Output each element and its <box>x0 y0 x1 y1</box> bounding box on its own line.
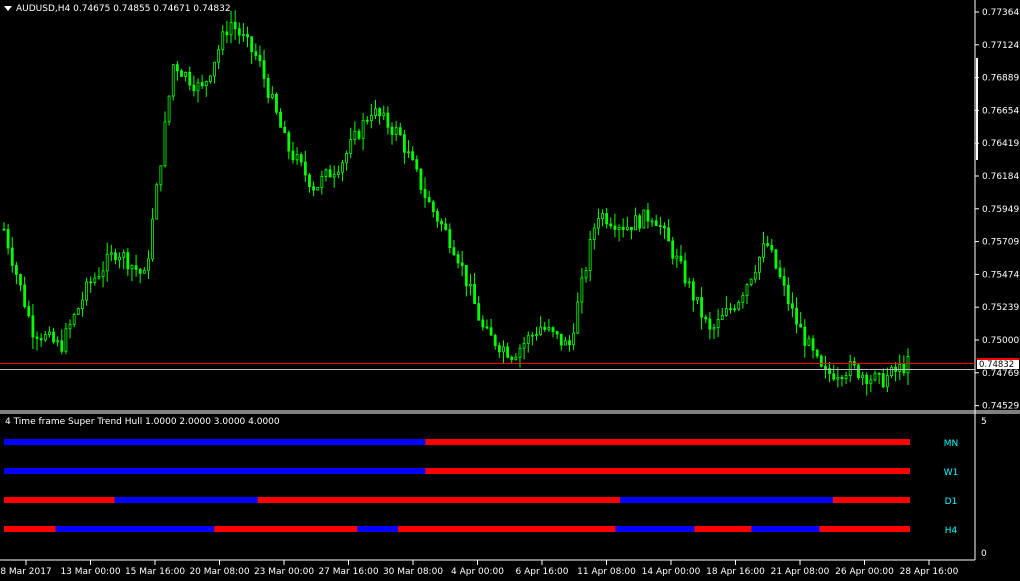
indicator-scale-min: 0 <box>981 549 987 559</box>
trend-segment-up <box>357 526 399 532</box>
chart-window[interactable]: 0.77364 0.77124 0.76889 0.76654 0.76419 0.761… <box>0 0 1020 581</box>
price-label: 0.76184 <box>982 172 1019 182</box>
current-price-badge: 0.74832 <box>977 357 1019 370</box>
main-price-pane[interactable] <box>0 0 975 410</box>
indicator-rows: MN W1 D1 H4 <box>4 439 958 536</box>
time-label: 26 Apr 00:00 <box>835 567 894 577</box>
candle <box>857 363 860 380</box>
candle <box>642 209 646 229</box>
candle <box>155 182 159 220</box>
timeframe-label: W1 <box>944 468 959 478</box>
price-label: 0.75949 <box>982 205 1019 215</box>
timeframe-label: H4 <box>945 526 958 536</box>
trend-segment-down <box>4 497 115 503</box>
time-label: 27 Mar 16:00 <box>318 567 378 577</box>
indicator-row-mn: MN <box>4 439 958 449</box>
time-label: 8 Mar 2017 <box>0 567 51 577</box>
time-label: 23 Mar 00:00 <box>254 567 314 577</box>
time-axis-ticks: 8 Mar 2017 13 Mar 00:00 15 Mar 16:00 20 Mar… <box>0 560 959 577</box>
candle <box>819 354 823 368</box>
indicator-title: 4 Time frame Super Trend Hull 1.0000 2.0… <box>5 417 280 427</box>
time-label: 21 Apr 08:00 <box>771 567 830 577</box>
trend-segment-down <box>257 497 621 503</box>
price-label: 0.76654 <box>982 106 1019 116</box>
trend-segment-up <box>620 497 833 503</box>
trend-segment-down <box>819 526 910 532</box>
time-label: 28 Apr 16:00 <box>900 567 959 577</box>
symbol-title[interactable]: AUDUSD,H4 0.74675 0.74855 0.74671 0.7483… <box>4 4 231 14</box>
trend-segment-down <box>694 526 752 532</box>
price-label: 0.76889 <box>982 74 1019 84</box>
time-label: 6 Apr 16:00 <box>516 567 569 577</box>
trend-segment-up <box>751 526 820 532</box>
time-label: 20 Mar 08:00 <box>189 567 249 577</box>
candle <box>171 63 175 101</box>
candle <box>774 248 778 270</box>
trend-segment-down <box>4 526 56 532</box>
price-label: 0.77364 <box>982 8 1019 18</box>
time-label: 18 Apr 16:00 <box>706 567 765 577</box>
trend-segment-up <box>4 468 426 474</box>
price-label: 0.75709 <box>982 238 1019 248</box>
indicator-scale-max: 5 <box>981 417 987 427</box>
trend-segment-down <box>398 526 616 532</box>
trend-segment-down <box>832 497 910 503</box>
symbol-ohlc-text: AUDUSD,H4 0.74675 0.74855 0.74671 0.7483… <box>16 4 231 14</box>
candle <box>167 95 171 126</box>
time-label: 13 Mar 00:00 <box>60 567 120 577</box>
trend-segment-up <box>615 526 695 532</box>
trend-segment-down <box>214 526 358 532</box>
candle <box>76 307 80 315</box>
indicator-row-d1: D1 <box>4 497 957 507</box>
price-label: 0.77124 <box>982 41 1019 51</box>
timeframe-label: D1 <box>945 497 958 507</box>
price-axis-ticks: 0.77364 0.77124 0.76889 0.76654 0.76419 0.761… <box>975 8 1019 412</box>
time-label: 4 Apr 00:00 <box>451 567 504 577</box>
trend-segment-up <box>4 439 426 445</box>
trend-segment-down <box>425 439 910 445</box>
indicator-row-h4: H4 <box>4 526 958 536</box>
dropdown-triangle-icon[interactable] <box>4 6 12 11</box>
price-label: 0.75000 <box>982 336 1019 346</box>
time-label: 14 Apr 00:00 <box>642 567 701 577</box>
time-label: 30 Mar 08:00 <box>383 567 443 577</box>
trend-segment-up <box>55 526 215 532</box>
time-label: 11 Apr 08:00 <box>577 567 636 577</box>
price-label: 0.74529 <box>982 402 1019 412</box>
price-label: 0.75239 <box>982 303 1019 313</box>
timeframe-label: MN <box>944 439 959 449</box>
candle <box>316 186 320 191</box>
indicator-row-w1: W1 <box>4 468 958 478</box>
time-label: 15 Mar 16:00 <box>125 567 185 577</box>
trend-segment-down <box>425 468 910 474</box>
price-label: 0.76419 <box>982 139 1019 149</box>
price-label: 0.75474 <box>982 270 1019 280</box>
candle <box>275 92 278 115</box>
trend-segment-up <box>114 497 258 503</box>
